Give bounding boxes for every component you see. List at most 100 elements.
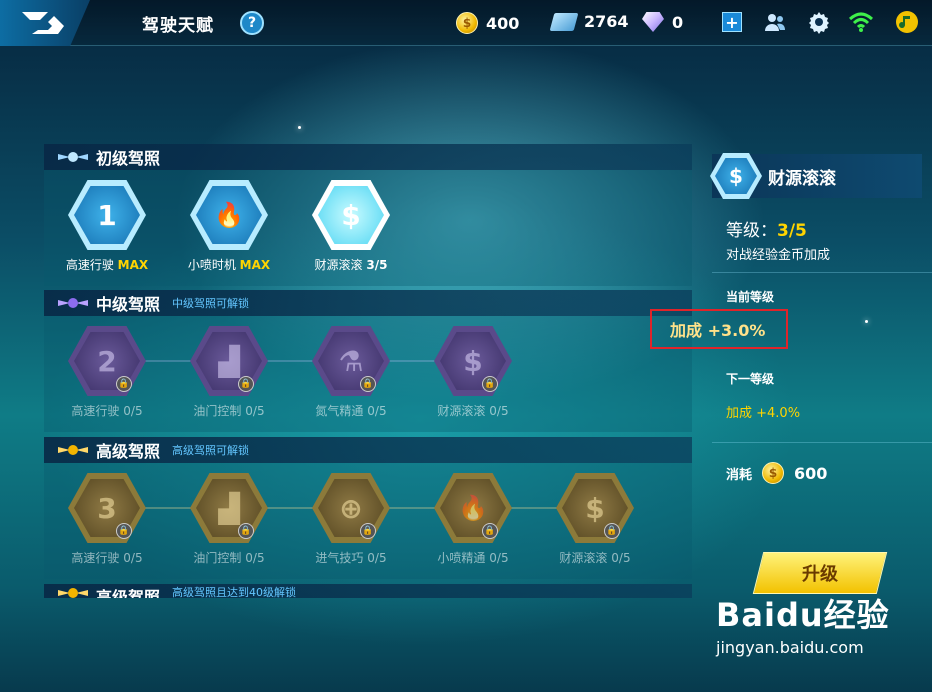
current-bonus-highlight: 加成 +3.0% [650, 309, 788, 349]
gold-coin-icon: $ [762, 462, 785, 484]
wing-badge-purple-icon [56, 294, 90, 312]
talent-label: 高速行驶 [71, 551, 120, 565]
tier-header-beginner: 初级驾照 [44, 144, 692, 170]
diamond-icon [642, 12, 664, 32]
detail-description: 对战经验金币加成 [726, 248, 831, 263]
talent-level: 0/5 [611, 551, 631, 565]
tier-name: 中级驾照 [96, 295, 161, 314]
lock-icon: 🔒 [116, 376, 132, 392]
talent-label: 财源滚滚 [437, 404, 486, 418]
talent-detail-panel: $ 财源滚滚 等级：3/5 对战经验金币加成 当前等级 加成 +3.0% 下一等… [650, 140, 932, 600]
page-title: 驾驶天赋 [142, 16, 214, 36]
talent-panel: 初级驾照 1 高速行驶 MAX 🔥 小喷时机 MAX $ 财源滚滚 3/5 中级… [44, 144, 692, 598]
talent-level: 0/5 [367, 551, 387, 565]
talent-label: 氮气精通 [315, 404, 364, 418]
friends-button[interactable] [762, 9, 788, 35]
talent-node-intake[interactable]: ⊕ 🔒 进气技巧 0/5 [296, 473, 406, 566]
detail-header: $ 财源滚滚 [710, 153, 922, 199]
diamond-counter: 0 [642, 12, 683, 32]
coupon-icon [549, 12, 579, 31]
lock-icon: 🔒 [482, 376, 498, 392]
tier-unlock-hint: 高级驾照可解锁 [172, 444, 250, 457]
top-bar: 驾驶天赋 ? $ 400 2764 0 + [0, 0, 932, 46]
coupon-amount: 2764 [584, 12, 629, 31]
tier-unlock-hint: 高级驾照且达到40级解锁 [172, 586, 297, 598]
talent-node-wealth-selected[interactable]: $ 财源滚滚 3/5 [296, 180, 406, 273]
speedometer-2-icon: 2 🔒 [68, 326, 146, 396]
level-label: 等级： [726, 221, 777, 241]
tier-name: 高级驾照 [96, 588, 161, 598]
talent-level: 3/5 [366, 258, 388, 272]
talent-level: MAX [239, 258, 271, 272]
talent-level: 0/5 [245, 404, 265, 418]
talent-node-nitro-mastery[interactable]: ⚗ 🔒 氮气精通 0/5 [296, 326, 406, 419]
talent-node-speed-2[interactable]: 2 🔒 高速行驶 0/5 [52, 326, 162, 419]
tier-unlock-hint: 中级驾照可解锁 [172, 297, 250, 310]
upgrade-cost: 消耗 $ 600 [726, 462, 827, 484]
lock-icon: 🔒 [360, 376, 376, 392]
help-button[interactable]: ? [240, 11, 264, 35]
diamond-amount: 0 [672, 12, 684, 32]
talent-label: 高速行驶 [65, 258, 114, 272]
money-bag-icon: $ 🔒 [556, 473, 634, 543]
wing-badge-gold-icon [56, 441, 90, 459]
talent-level: 0/5 [367, 404, 387, 418]
talent-level: 0/5 [123, 551, 143, 565]
back-logo-icon [22, 12, 64, 34]
talent-level: 0/5 [123, 404, 143, 418]
talent-label: 高速行驶 [71, 404, 120, 418]
speedometer-3-icon: 3 🔒 [68, 473, 146, 543]
current-level-label: 当前等级 [726, 290, 775, 304]
talent-label: 小喷精通 [437, 551, 486, 565]
level-value: 3/5 [777, 221, 807, 241]
lock-icon: 🔒 [238, 376, 254, 392]
dollar-icon: $ [312, 180, 390, 250]
watermark-url: jingyan.baidu.com [716, 638, 864, 657]
music-icon [896, 11, 918, 33]
next-level-label: 下一等级 [726, 372, 775, 386]
lock-icon: 🔒 [238, 523, 254, 539]
tier-body-advanced: 3 🔒 高速行驶 0/5 ▟ 🔒 油门控制 0/5 ⊕ 🔒 进气技巧 0/5 🔥 🔒 小… [44, 463, 692, 579]
gear-icon [809, 12, 829, 34]
lock-icon: 🔒 [360, 523, 376, 539]
current-bonus-value: 加成 +3.0% [670, 321, 766, 340]
talent-node-wealth-2[interactable]: $ 🔒 财源滚滚 0/5 [418, 326, 528, 419]
detail-level: 等级：3/5 [726, 216, 807, 241]
back-button[interactable] [0, 0, 90, 46]
gold-counter: $ 400 [456, 12, 519, 34]
talent-label: 油门控制 [193, 404, 242, 418]
flame-icon: 🔥 🔒 [434, 473, 512, 543]
talent-label: 财源滚滚 [314, 258, 363, 272]
tier-header-advanced: 高级驾照 高级驾照可解锁 [44, 437, 692, 463]
talent-node-nitro-timing[interactable]: 🔥 小喷时机 MAX [174, 180, 284, 273]
upgrade-button[interactable]: 升级 [752, 552, 888, 594]
wifi-icon [848, 12, 874, 32]
music-button[interactable] [894, 9, 920, 35]
talent-node-speed[interactable]: 1 高速行驶 MAX [52, 180, 162, 273]
boot-icon: ▟ 🔒 [190, 326, 268, 396]
next-bonus-value: 加成 +4.0% [726, 406, 801, 421]
talent-node-wealth-3[interactable]: $ 🔒 财源滚滚 0/5 [540, 473, 650, 566]
lock-icon: 🔒 [482, 523, 498, 539]
divider [712, 272, 932, 273]
upgrade-label: 升级 [802, 564, 838, 585]
tier-header-expert-partial: 高级驾照 高级驾照且达到40级解锁 [44, 584, 692, 598]
tier-body-intermediate: 2 🔒 高速行驶 0/5 ▟ 🔒 油门控制 0/5 ⚗ 🔒 氮气精通 0/5 $ 🔒 财… [44, 316, 692, 432]
talent-node-speed-3[interactable]: 3 🔒 高速行驶 0/5 [52, 473, 162, 566]
add-currency-button[interactable]: + [722, 12, 742, 32]
turbo-icon: ⊕ 🔒 [312, 473, 390, 543]
talent-node-nitro-mastery-3[interactable]: 🔥 🔒 小喷精通 0/5 [418, 473, 528, 566]
settings-button[interactable] [806, 9, 832, 35]
wing-badge-gold-icon [56, 584, 90, 598]
talent-level: 0/5 [245, 551, 265, 565]
gold-coin-icon: $ [456, 12, 478, 34]
talent-node-throttle[interactable]: ▟ 🔒 油门控制 0/5 [174, 326, 284, 419]
tier-name: 初级驾照 [96, 149, 161, 168]
wing-badge-blue-icon [56, 148, 90, 166]
cost-amount: 600 [794, 463, 828, 483]
speedometer-1-icon: 1 [68, 180, 146, 250]
talent-node-throttle-3[interactable]: ▟ 🔒 油门控制 0/5 [174, 473, 284, 566]
sparkle-decoration [865, 320, 868, 323]
detail-title: 财源滚滚 [768, 168, 836, 189]
gold-amount: 400 [486, 13, 520, 33]
